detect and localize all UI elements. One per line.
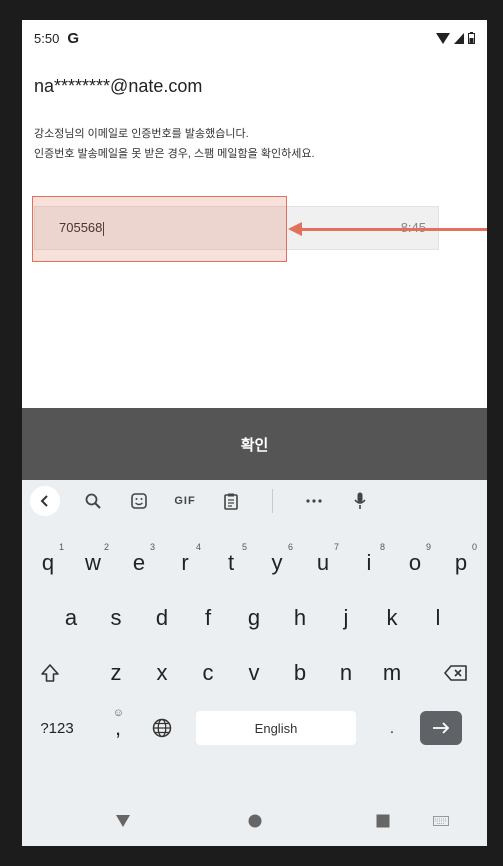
key-h[interactable]: h bbox=[280, 595, 320, 641]
key-hint: 7 bbox=[333, 542, 339, 552]
nav-bar bbox=[22, 795, 487, 846]
symbols-key[interactable]: ?123 bbox=[32, 705, 82, 751]
key-c[interactable]: c bbox=[188, 650, 228, 696]
key-a[interactable]: a bbox=[51, 595, 91, 641]
chevron-left-icon[interactable] bbox=[30, 486, 60, 516]
confirm-button-label: 확인 bbox=[240, 436, 269, 454]
key-hint: 2 bbox=[103, 542, 109, 552]
keyboard-row-4: ?123 , ☺ English . bbox=[22, 705, 487, 751]
keyboard-row-1: q1 w2 e3 r4 t5 y6 u7 i8 o9 p0 bbox=[22, 540, 487, 586]
back-icon[interactable] bbox=[108, 795, 138, 846]
emoji-hint: ☺ bbox=[112, 707, 124, 719]
annotation-arrow-head bbox=[288, 222, 302, 236]
key-u[interactable]: u7 bbox=[303, 540, 343, 586]
key-y[interactable]: y6 bbox=[257, 540, 297, 586]
comma-key[interactable]: , ☺ bbox=[98, 705, 138, 751]
enter-key[interactable] bbox=[420, 711, 462, 745]
gif-button[interactable]: GIF bbox=[162, 480, 208, 522]
key-l[interactable]: l bbox=[418, 595, 458, 641]
key-hint: 4 bbox=[195, 542, 201, 552]
key-hint: 9 bbox=[425, 542, 431, 552]
shift-icon[interactable] bbox=[30, 650, 70, 696]
status-icons bbox=[436, 32, 475, 44]
key-label: u bbox=[316, 550, 330, 575]
mic-icon[interactable] bbox=[337, 480, 383, 522]
key-z[interactable]: z bbox=[96, 650, 136, 696]
key-q[interactable]: q1 bbox=[28, 540, 68, 586]
arrow-right-icon bbox=[433, 722, 450, 734]
key-hint: 3 bbox=[149, 542, 155, 552]
key-o[interactable]: o9 bbox=[395, 540, 435, 586]
keyboard-row-2: a s d f g h j k l bbox=[22, 595, 487, 641]
key-r[interactable]: r4 bbox=[165, 540, 205, 586]
wifi-icon bbox=[436, 32, 450, 44]
key-hint: 1 bbox=[58, 542, 64, 552]
device-frame: 5:50 G na********@nate.com 강소정님의 이메일로 인증… bbox=[0, 0, 503, 866]
verification-notice: 강소정님의 이메일로 인증번호를 발송했습니다. 인증번호 발송메일을 못 받은… bbox=[34, 124, 315, 164]
confirm-button[interactable]: 확인 bbox=[22, 408, 487, 480]
key-p[interactable]: p0 bbox=[441, 540, 481, 586]
key-t[interactable]: t5 bbox=[211, 540, 251, 586]
key-hint: 5 bbox=[241, 542, 247, 552]
key-m[interactable]: m bbox=[372, 650, 412, 696]
google-icon: G bbox=[67, 29, 79, 47]
battery-icon bbox=[468, 32, 475, 44]
key-n[interactable]: n bbox=[326, 650, 366, 696]
key-s[interactable]: s bbox=[96, 595, 136, 641]
key-g[interactable]: g bbox=[234, 595, 274, 641]
account-email: na********@nate.com bbox=[34, 76, 203, 96]
notice-line-1: 강소정님의 이메일로 인증번호를 발송했습니다. bbox=[34, 128, 249, 140]
highlight-box bbox=[32, 196, 287, 262]
period-key[interactable]: . bbox=[372, 705, 412, 751]
key-label: y bbox=[271, 550, 283, 575]
keyboard-switch-icon[interactable] bbox=[426, 795, 456, 846]
key-label: t bbox=[227, 550, 235, 575]
key-label: e bbox=[132, 550, 146, 575]
clipboard-icon[interactable] bbox=[208, 480, 254, 522]
globe-icon[interactable] bbox=[142, 705, 182, 751]
key-e[interactable]: e3 bbox=[119, 540, 159, 586]
toolbar-divider bbox=[272, 489, 273, 513]
key-label: q bbox=[41, 550, 55, 575]
search-icon[interactable] bbox=[70, 480, 116, 522]
space-bar[interactable]: English bbox=[196, 711, 356, 745]
key-v[interactable]: v bbox=[234, 650, 274, 696]
status-bar: 5:50 G bbox=[22, 20, 487, 56]
sticker-icon[interactable] bbox=[116, 480, 162, 522]
annotation-arrow bbox=[300, 228, 487, 231]
key-label: r bbox=[181, 550, 189, 575]
key-d[interactable]: d bbox=[142, 595, 182, 641]
more-icon[interactable] bbox=[291, 480, 337, 522]
key-hint: 0 bbox=[471, 542, 477, 552]
keyboard-toolbar: GIF bbox=[22, 480, 487, 522]
key-j[interactable]: j bbox=[326, 595, 366, 641]
keyboard-row-3: z x c v b n m bbox=[22, 650, 487, 696]
key-label: i bbox=[366, 550, 372, 575]
key-hint: 6 bbox=[287, 542, 293, 552]
backspace-icon[interactable] bbox=[436, 650, 476, 696]
key-label: p bbox=[454, 550, 468, 575]
key-x[interactable]: x bbox=[142, 650, 182, 696]
screen: 5:50 G na********@nate.com 강소정님의 이메일로 인증… bbox=[22, 20, 487, 846]
status-time: 5:50 bbox=[34, 30, 60, 46]
key-w[interactable]: w2 bbox=[73, 540, 113, 586]
key-hint: 8 bbox=[379, 542, 385, 552]
home-icon[interactable] bbox=[240, 795, 270, 846]
key-label: o bbox=[408, 550, 422, 575]
key-b[interactable]: b bbox=[280, 650, 320, 696]
key-label: w bbox=[85, 550, 101, 575]
recents-icon[interactable] bbox=[368, 795, 398, 846]
signal-icon bbox=[454, 32, 464, 44]
key-f[interactable]: f bbox=[188, 595, 228, 641]
soft-keyboard: GIF q1 w2 e3 r4 t5 y6 u7 i 8 o 9 p 0 a s… bbox=[22, 480, 487, 795]
key-k[interactable]: k bbox=[372, 595, 412, 641]
key-i[interactable]: i8 bbox=[349, 540, 389, 586]
notice-line-2: 인증번호 발송메일을 못 받은 경우, 스팸 메일함을 확인하세요. bbox=[34, 148, 315, 160]
